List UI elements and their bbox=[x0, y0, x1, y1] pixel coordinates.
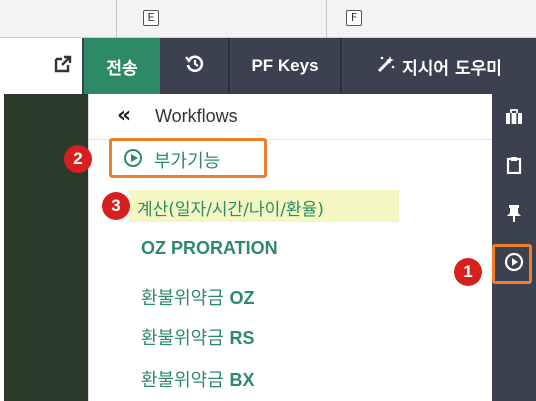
badge-step-2: 2 bbox=[64, 145, 92, 173]
list-item-calculator[interactable]: 계산(일자/시간/나이/환율) bbox=[129, 190, 399, 222]
play-circle-icon bbox=[124, 149, 142, 167]
list-item-refund-penalty-oz[interactable]: 환불위약금 OZ bbox=[141, 284, 255, 310]
pf-keys-button[interactable]: PF Keys bbox=[230, 38, 340, 94]
external-link-button[interactable] bbox=[0, 38, 82, 94]
left-panel-strip bbox=[4, 94, 88, 401]
clipboard-icon bbox=[506, 156, 522, 178]
list-item-code: OZ bbox=[229, 288, 255, 308]
magic-wand-icon bbox=[376, 54, 396, 79]
list-item-label: 환불위약금 bbox=[141, 370, 224, 391]
badge-step-3: 3 bbox=[102, 192, 130, 220]
panel-header: « Workflows bbox=[89, 94, 493, 140]
column-divider bbox=[116, 0, 117, 38]
badge-step-1: 1 bbox=[454, 258, 482, 286]
history-button[interactable] bbox=[162, 38, 228, 94]
column-key-f[interactable]: F bbox=[346, 10, 362, 26]
pin-icon bbox=[506, 204, 522, 226]
column-divider bbox=[326, 0, 327, 38]
pin-button[interactable] bbox=[492, 196, 536, 234]
directive-helper-button[interactable]: 지시어 도우미 bbox=[342, 38, 536, 94]
history-icon bbox=[185, 54, 205, 79]
briefcase-button[interactable] bbox=[492, 100, 536, 138]
submenu-label: 부가기능 bbox=[154, 151, 221, 172]
list-item-refund-penalty-bx[interactable]: 환불위약금 BX bbox=[141, 366, 255, 392]
directive-helper-label: 지시어 도우미 bbox=[402, 58, 502, 79]
send-button[interactable]: 전송 bbox=[84, 38, 160, 94]
collapse-icon[interactable]: « bbox=[117, 104, 131, 128]
clipboard-button[interactable] bbox=[492, 148, 536, 186]
column-key-e[interactable]: E bbox=[143, 10, 159, 26]
briefcase-icon bbox=[505, 109, 523, 129]
right-icon-rail bbox=[492, 94, 536, 401]
list-item-label: 환불위약금 bbox=[141, 328, 224, 349]
list-item-label: 환불위약금 bbox=[141, 288, 224, 309]
panel-title: Workflows bbox=[155, 106, 238, 126]
list-item-code: RS bbox=[229, 328, 255, 348]
workflow-play-button[interactable] bbox=[492, 245, 536, 283]
submenu-additional-functions[interactable]: 부가기능 bbox=[109, 138, 267, 178]
list-item-refund-penalty-rs[interactable]: 환불위약금 RS bbox=[141, 324, 255, 350]
list-item-code: BX bbox=[229, 370, 255, 390]
list-item-label: 계산(일자/시간/나이/환율) bbox=[137, 200, 324, 220]
list-item-oz-proration[interactable]: OZ PRORATION bbox=[141, 238, 278, 259]
external-link-icon bbox=[54, 55, 72, 78]
play-circle-icon bbox=[504, 252, 524, 276]
workflow-panel: « Workflows 부가기능 계산(일자/시간/나이/환율) OZ PROR… bbox=[88, 94, 493, 401]
toolbar: 전송 PF Keys 지시어 도우미 bbox=[0, 38, 536, 94]
column-header-strip: E F bbox=[0, 0, 536, 38]
